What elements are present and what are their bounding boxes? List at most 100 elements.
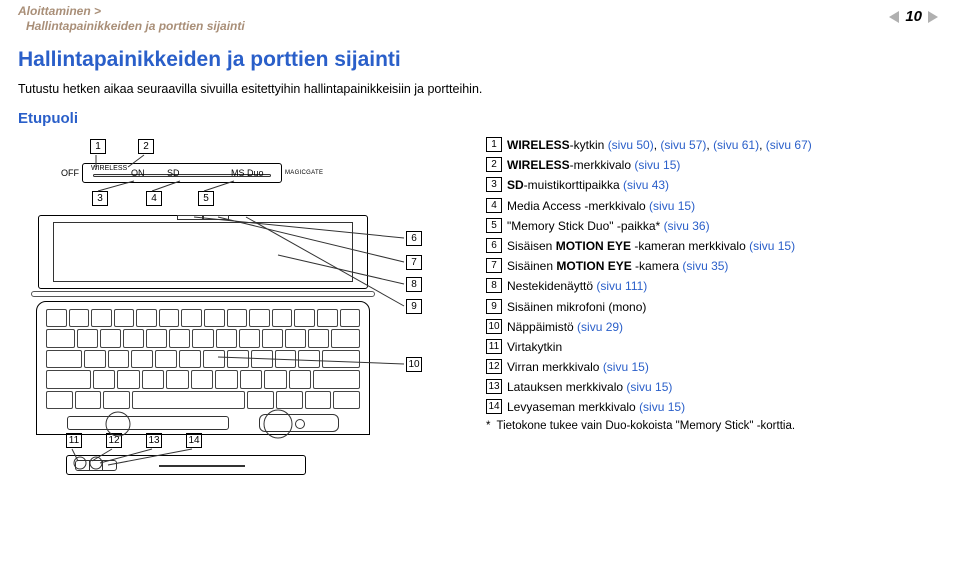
callout-4: 4 <box>144 191 164 206</box>
legend-number: 2 <box>486 157 502 172</box>
legend-text: WIRELESS-kytkin (sivu 50), (sivu 57), (s… <box>507 137 812 153</box>
page-link[interactable]: (sivu 15) <box>749 239 795 253</box>
card-slot-panel: OFF WIRELESS ON SD MS Duo MAGICGATE <box>82 163 282 183</box>
legend-text: Virran merkkivalo (sivu 15) <box>507 359 649 375</box>
callout-10: 10 <box>404 357 424 372</box>
breadcrumb-line2: Hallintapainikkeiden ja porttien sijaint… <box>18 19 960 34</box>
page-link[interactable]: (sivu 15) <box>626 380 672 394</box>
label-msduo: MS Duo <box>231 168 264 178</box>
keyboard-well <box>36 301 370 435</box>
page-link[interactable]: (sivu 43) <box>623 178 669 192</box>
legend-text: Levyaseman merkkivalo (sivu 15) <box>507 399 685 415</box>
front-edge-panel <box>66 455 306 475</box>
page-link[interactable]: (sivu 57) <box>660 138 706 152</box>
laptop-illustration <box>28 207 378 443</box>
legend-item: 14 Levyaseman merkkivalo (sivu 15) <box>486 399 938 415</box>
callout-9: 9 <box>404 299 424 314</box>
callout-7: 7 <box>404 255 424 270</box>
label-off: OFF <box>61 168 79 178</box>
legend-item: 1 WIRELESS-kytkin (sivu 50), (sivu 57), (… <box>486 137 938 153</box>
breadcrumb: Aloittaminen > Hallintapainikkeiden ja p… <box>0 0 960 34</box>
label-sd: SD <box>167 168 180 178</box>
page-title: Hallintapainikkeiden ja porttien sijaint… <box>18 48 938 72</box>
legend-text: Media Access -merkkivalo (sivu 15) <box>507 198 695 214</box>
legend-item: 12 Virran merkkivalo (sivu 15) <box>486 359 938 375</box>
page-number: 10 <box>905 8 922 25</box>
legend-item: 13 Latauksen merkkivalo (sivu 15) <box>486 379 938 395</box>
legend-number: 8 <box>486 278 502 293</box>
callout-14: 14 <box>184 433 204 448</box>
callout-1: 1 <box>88 139 108 154</box>
breadcrumb-line1: Aloittaminen > <box>18 4 101 18</box>
page-link[interactable]: (sivu 29) <box>577 320 623 334</box>
page-link[interactable]: (sivu 15) <box>603 360 649 374</box>
legend-number: 11 <box>486 339 502 354</box>
legend-item: 11 Virtakytkin <box>486 339 938 355</box>
camera-led <box>177 215 203 220</box>
legend-number: 3 <box>486 177 502 192</box>
page-navigation: 10 <box>889 8 938 25</box>
legend-number: 4 <box>486 198 502 213</box>
legend-text: Sisäinen MOTION EYE -kamera (sivu 35) <box>507 258 728 274</box>
page-link[interactable]: (sivu 111) <box>596 279 647 293</box>
label-wireless: WIRELESS <box>91 165 127 172</box>
callout-2: 2 <box>136 139 156 154</box>
legend-item: 8 Nestekidenäyttö (sivu 111) <box>486 278 938 294</box>
callout-11: 11 <box>64 433 84 448</box>
legend-text: SD-muistikorttipaikka (sivu 43) <box>507 177 669 193</box>
legend-number: 14 <box>486 399 502 414</box>
legend-number: 1 <box>486 137 502 152</box>
legend-item: 2 WIRELESS-merkkivalo (sivu 15) <box>486 157 938 173</box>
page-link[interactable]: (sivu 15) <box>649 199 695 213</box>
footnote: * Tietokone tukee vain Duo-kokoista "Memo… <box>486 420 938 432</box>
next-page-arrow-icon[interactable] <box>928 11 938 23</box>
callout-13: 13 <box>144 433 164 448</box>
legend-number: 6 <box>486 238 502 253</box>
diagram: OFF WIRELESS ON SD MS Duo MAGICGATE 1 2 … <box>18 137 458 482</box>
legend-text: Latauksen merkkivalo (sivu 15) <box>507 379 672 395</box>
legend-number: 9 <box>486 299 502 314</box>
legend-item: 6 Sisäisen MOTION EYE -kameran merkkivalo… <box>486 238 938 254</box>
intro-text: Tutustu hetken aikaa seuraavilla sivuill… <box>18 82 938 96</box>
footnote-text: Tietokone tukee vain Duo-kokoista "Memor… <box>496 420 795 432</box>
page-link[interactable]: (sivu 35) <box>682 259 728 273</box>
legend-item: 9 Sisäinen mikrofoni (mono) <box>486 299 938 315</box>
legend-number: 12 <box>486 359 502 374</box>
callout-3: 3 <box>90 191 110 206</box>
label-on: ON <box>131 168 145 178</box>
legend-text: "Memory Stick Duo" -paikka* (sivu 36) <box>507 218 710 234</box>
legend-number: 5 <box>486 218 502 233</box>
label-magicgate: MAGICGATE <box>285 170 323 176</box>
legend-number: 10 <box>486 319 502 334</box>
page-link[interactable]: (sivu 15) <box>634 158 680 172</box>
callout-5: 5 <box>196 191 216 206</box>
page-link[interactable]: (sivu 61) <box>713 138 759 152</box>
callout-8: 8 <box>404 277 424 292</box>
prev-page-arrow-icon[interactable] <box>889 11 899 23</box>
legend-text: Nestekidenäyttö (sivu 111) <box>507 278 647 294</box>
laptop-screen <box>38 215 368 289</box>
legend-item: 7 Sisäinen MOTION EYE -kamera (sivu 35) <box>486 258 938 274</box>
page-link[interactable]: (sivu 15) <box>639 400 685 414</box>
page-link[interactable]: (sivu 50) <box>608 138 654 152</box>
legend-item: 3 SD-muistikorttipaikka (sivu 43) <box>486 177 938 193</box>
pointer-nub <box>259 414 339 432</box>
main-content: Hallintapainikkeiden ja porttien sijaint… <box>0 34 960 482</box>
legend-text: Sisäisen MOTION EYE -kameran merkkivalo … <box>507 238 795 254</box>
legend-item: 10 Näppäimistö (sivu 29) <box>486 319 938 335</box>
legend-number: 13 <box>486 379 502 394</box>
legend-list: 1 WIRELESS-kytkin (sivu 50), (sivu 57), (… <box>486 137 938 432</box>
legend-text: Virtakytkin <box>507 339 562 355</box>
legend-text: Näppäimistö (sivu 29) <box>507 319 623 335</box>
legend-item: 5 "Memory Stick Duo" -paikka* (sivu 36) <box>486 218 938 234</box>
callout-6: 6 <box>404 231 424 246</box>
callout-12: 12 <box>104 433 124 448</box>
section-heading: Etupuoli <box>18 110 938 127</box>
legend-number: 7 <box>486 258 502 273</box>
page-link[interactable]: (sivu 67) <box>766 138 812 152</box>
page-link[interactable]: (sivu 36) <box>664 219 710 233</box>
footnote-marker: * <box>486 420 490 432</box>
legend-text: Sisäinen mikrofoni (mono) <box>507 299 646 315</box>
legend-item: 4 Media Access -merkkivalo (sivu 15) <box>486 198 938 214</box>
legend-text: WIRELESS-merkkivalo (sivu 15) <box>507 157 680 173</box>
